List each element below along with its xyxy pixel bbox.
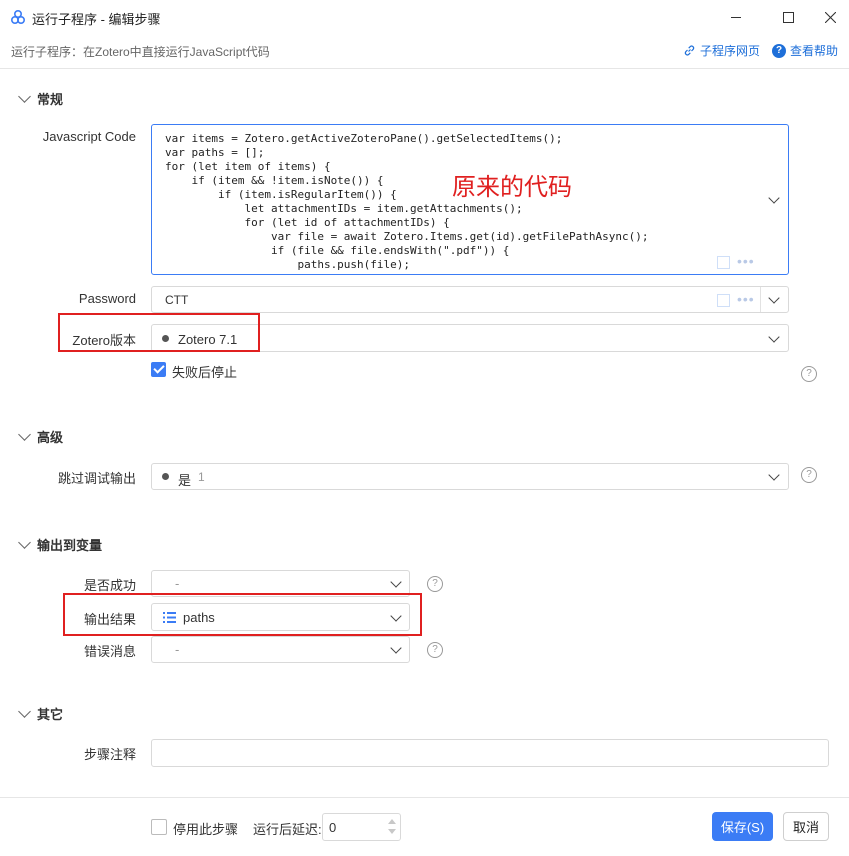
success-value: - [175, 576, 180, 591]
error-value: - [175, 642, 180, 657]
subprogram-page-label: 子程序网页 [700, 44, 761, 58]
help-icon[interactable]: ? [427, 642, 443, 658]
help-icon[interactable]: ? [427, 576, 443, 592]
close-icon [824, 11, 836, 23]
skip-debug-select[interactable]: 是 1 [151, 463, 789, 490]
chevron-down-icon [18, 90, 31, 103]
window-title: 运行子程序 - 编辑步骤 [32, 12, 161, 27]
code-line: var paths = []; [165, 146, 265, 159]
js-code-label: Javascript Code [42, 129, 136, 144]
highlight-box [58, 313, 260, 352]
code-line: if (file && file.endsWith(".pdf")) { [165, 244, 510, 257]
minimize-icon [731, 16, 741, 18]
link-icon [684, 45, 695, 56]
code-text: var items = Zotero.getActiveZoteroPane()… [165, 132, 648, 272]
code-line: var items = Zotero.getActiveZoteroPane()… [165, 132, 563, 145]
delay-input[interactable]: 0 [322, 813, 401, 841]
expand-icon[interactable] [717, 256, 730, 269]
expand-icon[interactable] [717, 294, 730, 307]
js-code-editor[interactable]: var items = Zotero.getActiveZoteroPane()… [151, 124, 789, 275]
error-label: 错误消息 [83, 644, 136, 659]
section-other-header[interactable]: 其它 [18, 704, 64, 723]
chevron-down-icon [390, 576, 402, 588]
delay-label: 运行后延迟: [253, 822, 322, 837]
section-general-header[interactable]: 常规 [18, 89, 64, 108]
chevron-down-icon [18, 428, 31, 441]
skip-debug-extra: 1 [198, 470, 205, 484]
section-other-title: 其它 [37, 707, 64, 722]
code-line: paths.push(file); [165, 258, 411, 271]
section-advanced-title: 高级 [37, 430, 64, 445]
minimize-button[interactable] [713, 0, 759, 34]
stop-on-fail-label: 失败后停止 [172, 365, 238, 380]
skip-debug-label: 跳过调试输出 [57, 471, 136, 486]
note-label: 步骤注释 [83, 747, 136, 762]
chevron-down-icon[interactable] [768, 192, 780, 204]
help-link-label: 查看帮助 [790, 44, 839, 58]
stepper-up-icon[interactable] [388, 819, 396, 824]
maximize-icon [782, 11, 794, 23]
cancel-button[interactable]: 取消 [783, 812, 829, 841]
code-line: for (let item of items) { [165, 160, 331, 173]
stop-on-fail-checkbox[interactable] [151, 362, 166, 377]
code-line: for (let id of attachmentIDs) { [165, 216, 450, 229]
code-line: if (item && !item.isNote()) { [165, 174, 384, 187]
stepper-down-icon[interactable] [388, 829, 396, 834]
code-line: if (item.isRegularItem()) { [165, 188, 397, 201]
bullet-icon [162, 473, 169, 480]
close-button[interactable] [807, 0, 849, 34]
help-icon[interactable]: ? [801, 366, 817, 382]
delay-value: 0 [329, 820, 337, 835]
subprogram-page-link[interactable]: 子程序网页 [683, 42, 760, 59]
chevron-down-icon [768, 469, 780, 481]
code-line: let attachmentIDs = item.getAttachments(… [165, 202, 523, 215]
error-select[interactable]: - [151, 636, 410, 663]
more-icon[interactable]: ••• [737, 253, 755, 269]
code-annotation: 原来的代码 [452, 174, 572, 201]
skip-debug-value: 是 [178, 473, 192, 488]
note-input[interactable] [151, 739, 829, 767]
help-icon[interactable]: ? [801, 467, 817, 483]
disable-step-checkbox[interactable] [151, 819, 167, 835]
help-circle-icon: ? [772, 43, 786, 58]
password-value: CTT [165, 293, 189, 307]
maximize-button[interactable] [765, 0, 811, 34]
success-label: 是否成功 [83, 578, 136, 593]
password-field[interactable]: CTT ••• [151, 286, 789, 313]
chevron-down-icon [18, 536, 31, 549]
disable-step-label: 停用此步骤 [173, 822, 239, 837]
chevron-down-icon [18, 705, 31, 718]
more-icon[interactable]: ••• [737, 291, 755, 307]
chevron-down-icon [768, 331, 780, 343]
code-line: var file = await Zotero.Items.get(id).ge… [165, 230, 649, 243]
highlight-box [63, 593, 422, 636]
app-icon [10, 9, 26, 28]
step-description: 运行子程序：在Zotero中直接运行JavaScript代码 [11, 45, 270, 59]
save-button-label: 保存(S) [720, 820, 765, 835]
password-label: Password [78, 291, 136, 306]
help-link[interactable]: ? 查看帮助 [772, 42, 838, 59]
chevron-down-icon[interactable] [768, 292, 780, 304]
cancel-button-label: 取消 [792, 820, 819, 835]
save-button[interactable]: 保存(S) [712, 812, 773, 841]
section-general-title: 常规 [37, 92, 64, 107]
chevron-down-icon [390, 642, 402, 654]
section-advanced-header[interactable]: 高级 [18, 427, 64, 446]
section-output-title: 输出到变量 [37, 538, 103, 553]
section-output-header[interactable]: 输出到变量 [18, 535, 103, 554]
